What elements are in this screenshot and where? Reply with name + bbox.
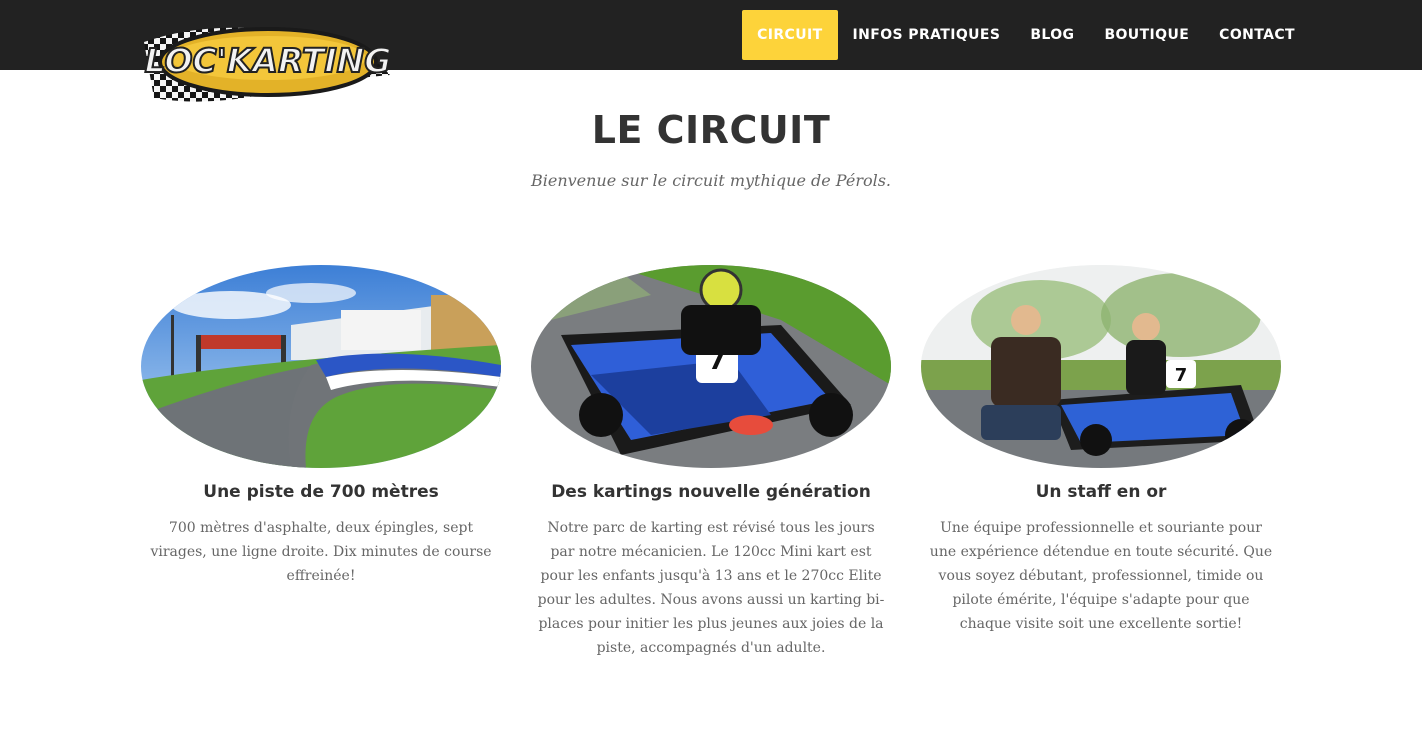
nav-item-boutique[interactable]: BOUTIQUE (1089, 10, 1204, 60)
staff-photo: 7 (921, 265, 1281, 468)
feature-title: Des kartings nouvelle génération (551, 482, 871, 502)
logo-text: LOC'KARTING (145, 41, 392, 80)
feature-title: Un staff en or (1035, 482, 1167, 502)
feature-track: Une piste de 700 mètres 700 mètres d'asp… (141, 265, 501, 660)
page-title: LE CIRCUIT (591, 108, 831, 152)
track-photo (141, 265, 501, 468)
nav-item-infos-pratiques[interactable]: INFOS PRATIQUES (838, 10, 1016, 60)
feature-text: Notre parc de karting est révisé tous le… (537, 520, 885, 656)
site-logo[interactable]: LOC'KARTING (142, 20, 392, 108)
kart-photo: 7 (531, 265, 891, 468)
feature-text: Une équipe professionnelle et souriante … (929, 520, 1273, 632)
feature-text: 700 mètres d'asphalte, deux épingles, se… (150, 520, 492, 584)
feature-title: Une piste de 700 mètres (203, 482, 439, 502)
main-navigation: CIRCUIT INFOS PRATIQUES BLOG BOUTIQUE CO… (742, 10, 1295, 60)
nav-item-circuit[interactable]: CIRCUIT (742, 10, 838, 60)
nav-item-contact[interactable]: CONTACT (1204, 10, 1295, 60)
page-subtitle: Bienvenue sur le circuit mythique de Pér… (530, 171, 892, 190)
svg-text:7: 7 (1175, 365, 1188, 386)
features-section: Une piste de 700 mètres 700 mètres d'asp… (141, 265, 1281, 660)
feature-staff: 7 Un staff en or Une équipe professionne… (921, 265, 1281, 660)
feature-karts: 7 Des kartings nouvelle génération Notre… (531, 265, 891, 660)
nav-item-blog[interactable]: BLOG (1015, 10, 1089, 60)
